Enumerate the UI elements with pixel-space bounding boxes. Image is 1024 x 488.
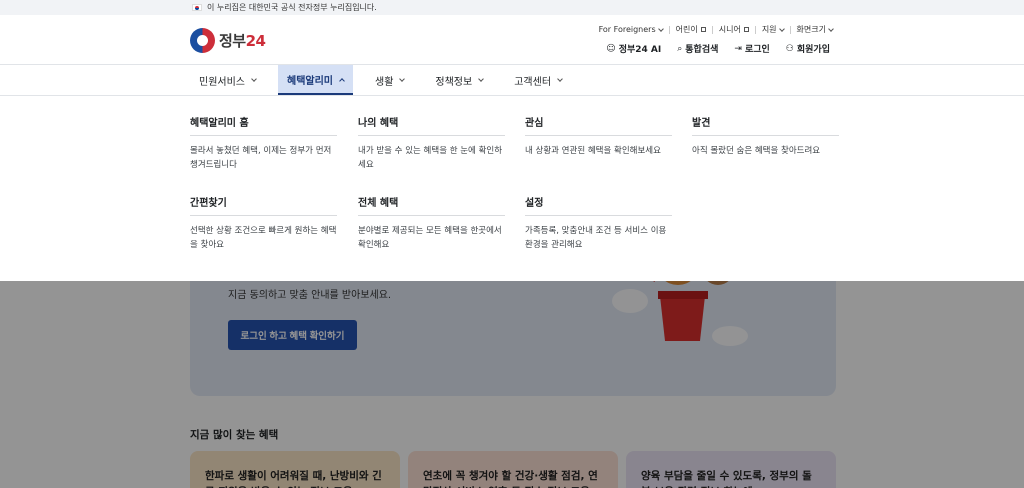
divider bbox=[754, 25, 756, 34]
site-logo[interactable]: 정부24 bbox=[190, 28, 266, 53]
menu-item-title: 관심 bbox=[525, 114, 672, 136]
menu-item-desc: 아직 몰랐던 숨은 혜택을 찾아드려요 bbox=[692, 146, 821, 156]
gov-banner: 이 누리집은 대한민국 공식 전자정부 누리집입니다. bbox=[0, 0, 1024, 15]
page-content: 지금 동의하고 맞춤 안내를 받아보세요. 로그인 하고 혜택 확인하기 지금 … bbox=[0, 281, 1024, 488]
signup-button[interactable]: ⚇ 회원가입 bbox=[785, 42, 830, 56]
utility-menu-bottom: ☺ 정부24 AI ⌕ 통합검색 ⇥ 로그인 ⚇ 회원가입 bbox=[590, 42, 830, 56]
menu-item-title: 나의 혜택 bbox=[358, 114, 505, 136]
menu-item-title: 발견 bbox=[692, 114, 839, 136]
support-menu[interactable]: 지원 bbox=[762, 24, 785, 35]
search-icon: ⌕ bbox=[677, 43, 683, 54]
login-button[interactable]: ⇥ 로그인 bbox=[734, 42, 769, 56]
chevron-down-icon bbox=[478, 76, 485, 82]
kids-link[interactable]: 어린이 bbox=[676, 24, 706, 35]
login-icon: ⇥ bbox=[734, 43, 742, 54]
nav-customer-center[interactable]: 고객센터 bbox=[505, 65, 571, 95]
nav-benefit-alert[interactable]: 혜택알리미 bbox=[278, 65, 353, 95]
gov24-ai-button[interactable]: ☺ 정부24 AI bbox=[606, 42, 661, 56]
logo-number: 24 bbox=[245, 32, 266, 50]
menu-item-settings[interactable]: 설정 가족등록, 맞춤안내 조건 등 서비스 이용 환경을 관리해요 bbox=[525, 194, 672, 252]
nav-policy-info[interactable]: 정책정보 bbox=[426, 65, 492, 95]
menu-item-interest[interactable]: 관심 내 상황과 연관된 혜택을 확인해보세요 bbox=[525, 114, 672, 158]
chevron-down-icon bbox=[399, 76, 406, 82]
korea-flag-icon bbox=[192, 4, 202, 11]
menu-item-title: 혜택알리미 홈 bbox=[190, 114, 337, 136]
menu-item-title: 전체 혜택 bbox=[358, 194, 505, 216]
menu-item-my-benefits[interactable]: 나의 혜택 내가 받을 수 있는 혜택을 한 눈에 확인하세요 bbox=[358, 114, 505, 172]
menu-item-title: 설정 bbox=[525, 194, 672, 216]
external-link-icon bbox=[700, 27, 706, 32]
senior-link[interactable]: 시니어 bbox=[719, 24, 749, 35]
chevron-down-icon bbox=[828, 25, 834, 32]
menu-item-quick-search[interactable]: 간편찾기 선택한 상황 조건으로 빠르게 원하는 혜택을 찾아요 bbox=[190, 194, 337, 252]
utility-menu-top: For Foreigners 어린이 시니어 지원 화면크기 bbox=[599, 24, 834, 35]
menu-item-desc: 가족등록, 맞춤안내 조건 등 서비스 이용 환경을 관리해요 bbox=[525, 226, 667, 250]
chevron-down-icon bbox=[778, 25, 785, 32]
menu-item-title: 간편찾기 bbox=[190, 194, 337, 216]
main-navigation: 민원서비스 혜택알리미 생활 정책정보 고객센터 bbox=[0, 65, 1024, 96]
divider bbox=[789, 25, 791, 34]
menu-item-desc: 내 상황과 연관된 혜택을 확인해보세요 bbox=[525, 146, 661, 156]
menu-item-benefit-home[interactable]: 혜택알리미 홈 몰라서 놓쳤던 혜택, 이제는 정부가 먼저 챙겨드립니다 bbox=[190, 114, 337, 172]
nav-civil-services[interactable]: 민원서비스 bbox=[190, 65, 265, 95]
logo-text: 정부 bbox=[219, 32, 246, 50]
nav-life[interactable]: 생활 bbox=[366, 65, 413, 95]
menu-item-desc: 내가 받을 수 있는 혜택을 한 눈에 확인하세요 bbox=[358, 146, 503, 170]
menu-item-desc: 분야별로 제공되는 모든 혜택을 한곳에서 확인해요 bbox=[358, 226, 502, 250]
chevron-down-icon bbox=[657, 25, 664, 32]
gov-banner-text: 이 누리집은 대한민국 공식 전자정부 누리집입니다. bbox=[207, 3, 377, 12]
chevron-down-icon bbox=[557, 76, 563, 82]
mega-menu-panel: 혜택알리미 홈 몰라서 놓쳤던 혜택, 이제는 정부가 먼저 챙겨드립니다 나의… bbox=[0, 97, 1024, 281]
menu-item-desc: 몰라서 놓쳤던 혜택, 이제는 정부가 먼저 챙겨드립니다 bbox=[190, 146, 332, 170]
divider bbox=[711, 25, 713, 34]
screen-size-menu[interactable]: 화면크기 bbox=[797, 24, 834, 35]
government-emblem-icon bbox=[190, 28, 215, 53]
integrated-search-button[interactable]: ⌕ 통합검색 bbox=[677, 42, 718, 56]
for-foreigners-menu[interactable]: For Foreigners bbox=[599, 25, 664, 34]
ai-icon: ☺ bbox=[606, 43, 616, 54]
user-add-icon: ⚇ bbox=[785, 43, 794, 54]
external-link-icon bbox=[743, 27, 749, 32]
menu-item-discover[interactable]: 발견 아직 몰랐던 숨은 혜택을 찾아드려요 bbox=[692, 114, 839, 158]
divider bbox=[668, 25, 670, 34]
chevron-down-icon bbox=[251, 76, 257, 82]
chevron-up-icon bbox=[339, 77, 345, 84]
menu-item-all-benefits[interactable]: 전체 혜택 분야별로 제공되는 모든 혜택을 한곳에서 확인해요 bbox=[358, 194, 505, 252]
menu-item-desc: 선택한 상황 조건으로 빠르게 원하는 혜택을 찾아요 bbox=[190, 226, 337, 250]
overlay-dim[interactable] bbox=[0, 281, 1024, 488]
site-header: 정부24 For Foreigners 어린이 시니어 지원 화면크기 ☺ 정부2… bbox=[0, 15, 1024, 65]
